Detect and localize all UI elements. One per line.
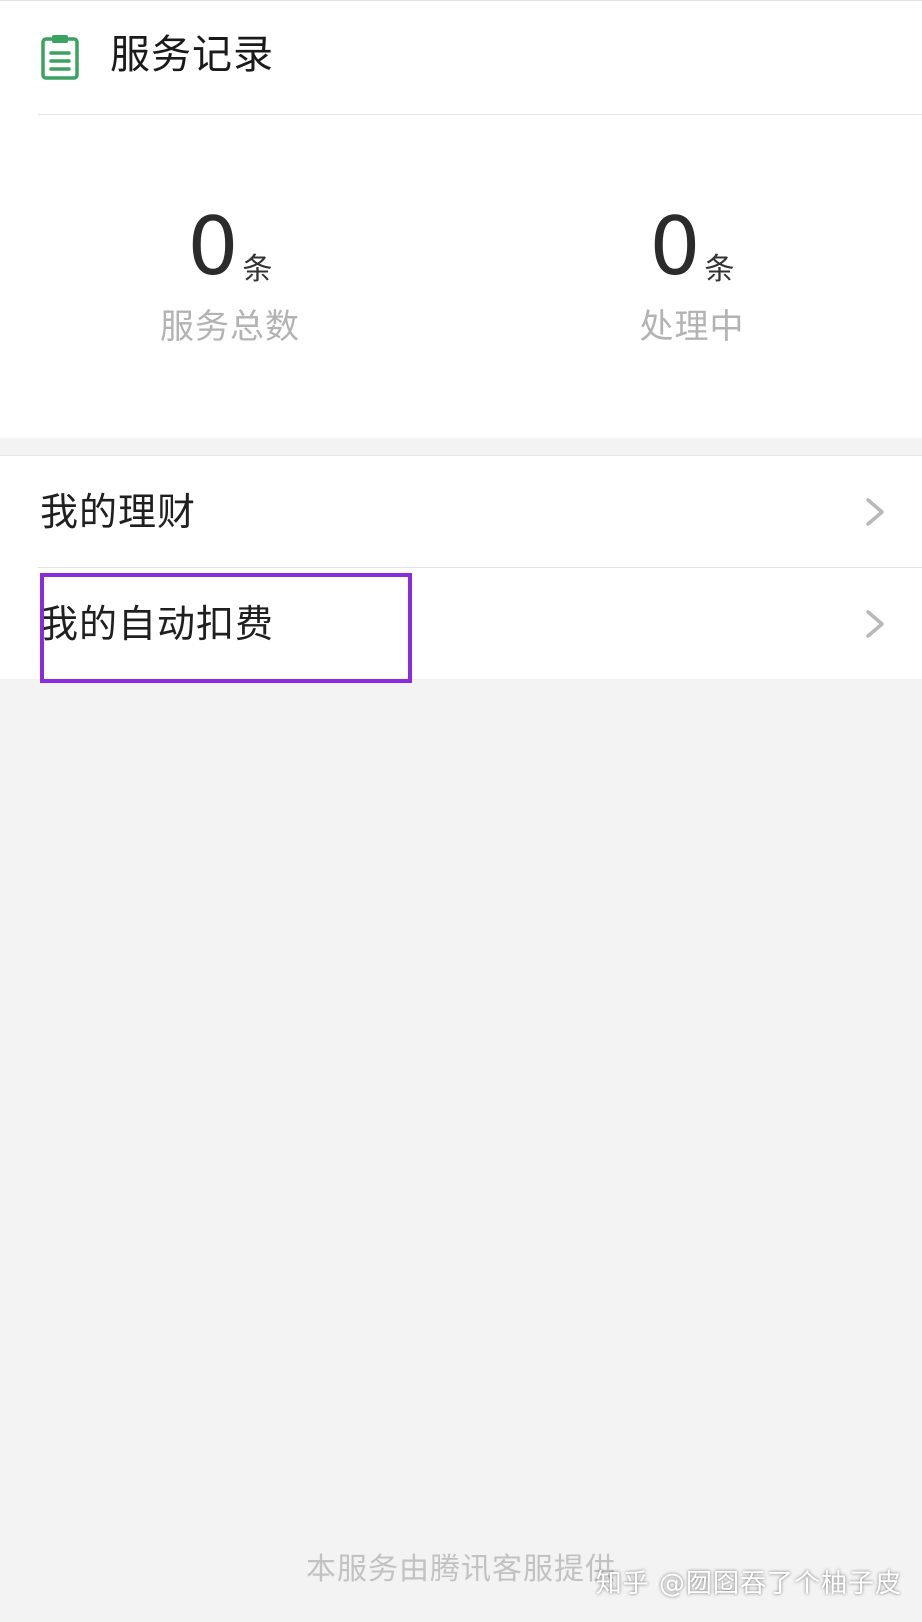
menu-item-label: 我的理财 xyxy=(40,490,197,534)
stat-total-services[interactable]: 0 条 服务总数 xyxy=(80,201,380,349)
stat-total-label: 服务总数 xyxy=(160,307,300,347)
clipboard-icon xyxy=(41,35,79,80)
stat-value-row: 0 条 xyxy=(650,201,735,293)
menu-list: 我的理财 我的自动扣费 xyxy=(0,455,922,679)
header-divider xyxy=(38,114,922,115)
menu-item-label: 我的自动扣费 xyxy=(40,602,275,646)
service-records-card: 服务记录 0 条 服务总数 0 条 处理中 xyxy=(0,0,922,438)
service-records-header[interactable]: 服务记录 xyxy=(0,1,922,115)
stat-in-progress[interactable]: 0 条 处理中 xyxy=(542,201,842,349)
menu-item-my-auto-deduction[interactable]: 我的自动扣费 xyxy=(0,568,922,680)
stat-total-unit: 条 xyxy=(242,252,273,287)
page-title: 服务记录 xyxy=(110,32,274,78)
stat-in-progress-label: 处理中 xyxy=(639,307,745,347)
chevron-right-icon xyxy=(866,498,884,526)
chevron-right-icon xyxy=(866,610,884,638)
watermark-text: 知乎 @囫囵吞了个柚子皮 xyxy=(595,1569,902,1599)
stat-in-progress-unit: 条 xyxy=(704,252,735,287)
stat-in-progress-value: 0 xyxy=(649,200,701,293)
menu-item-my-finance[interactable]: 我的理财 xyxy=(0,456,922,568)
stat-total-value: 0 xyxy=(187,200,239,293)
stat-value-row: 0 条 xyxy=(188,201,273,293)
